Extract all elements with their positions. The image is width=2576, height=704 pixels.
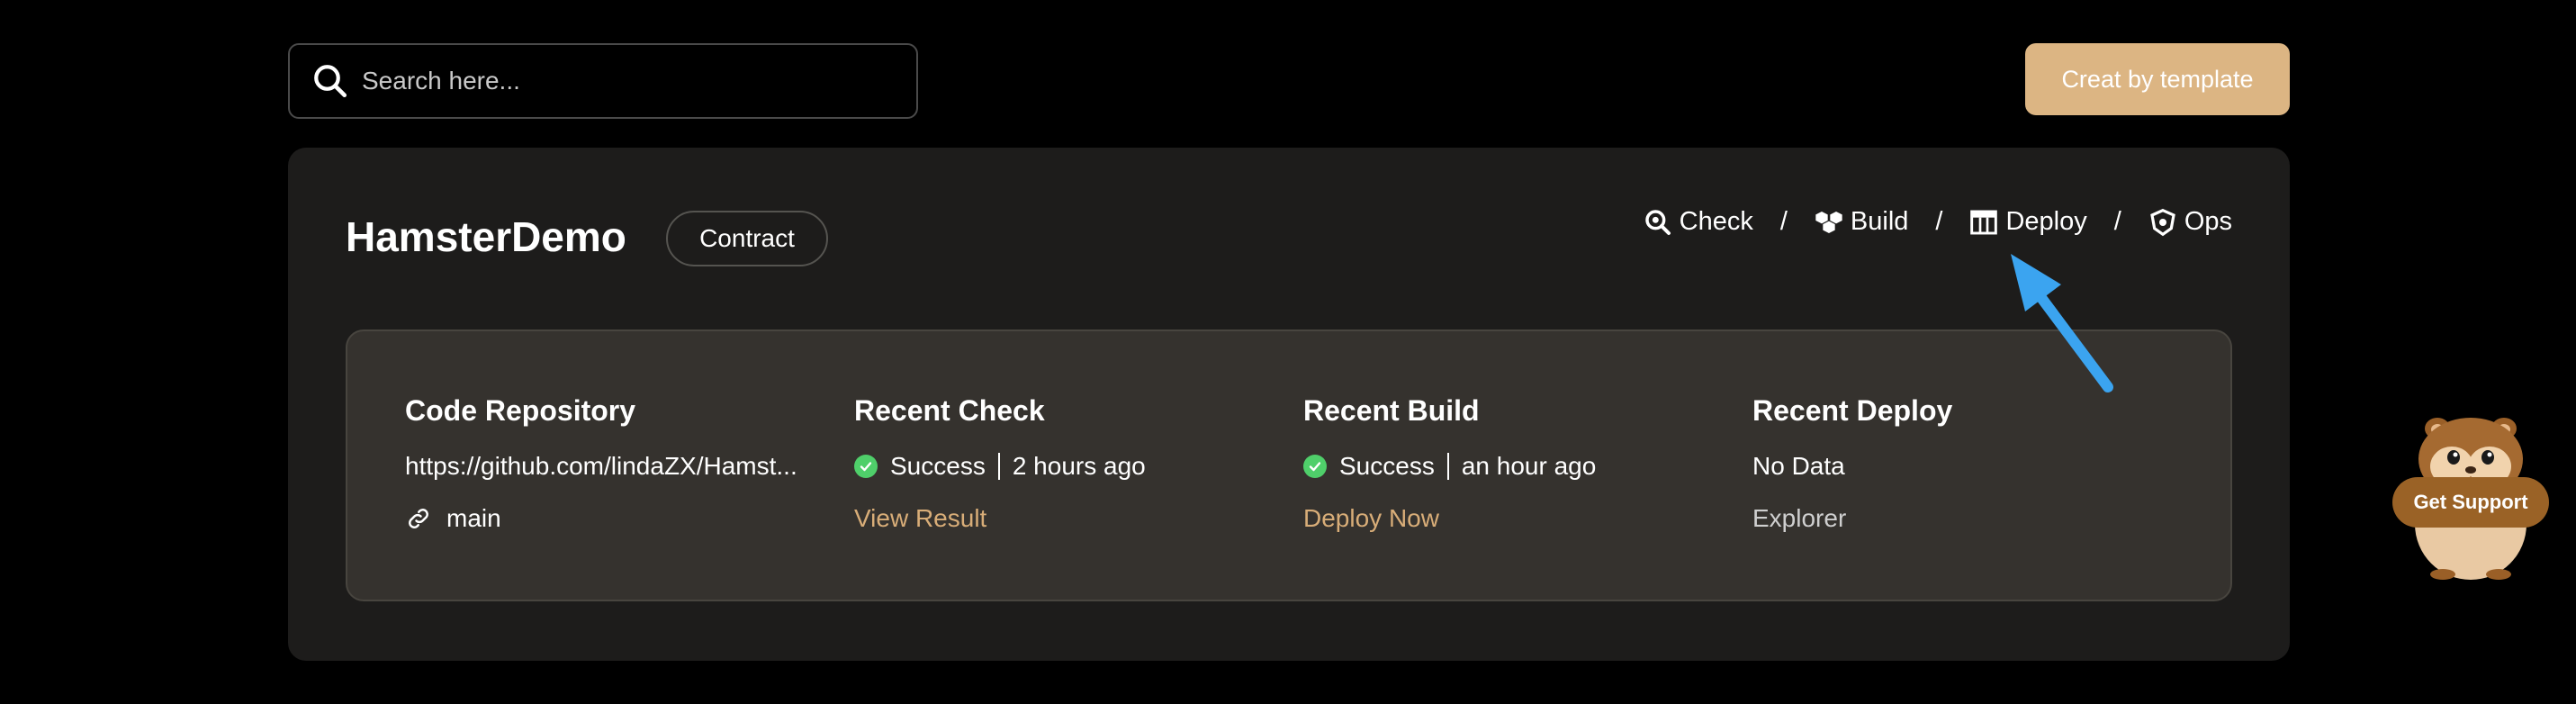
step-ops[interactable]: Ops [2148, 207, 2232, 237]
recent-check-status: Success [890, 452, 986, 480]
workflow-steps: Check / Build / Deploy / Ops [1644, 207, 2232, 237]
code-repository-title: Code Repository [405, 394, 636, 427]
recent-build-title: Recent Build [1303, 394, 1480, 427]
search-box[interactable] [288, 43, 918, 119]
divider [997, 453, 1000, 480]
step-deploy-label: Deploy [2005, 207, 2087, 236]
recent-check-status-row: Success 2 hours ago [854, 450, 1268, 483]
repository-url[interactable]: https://github.com/lindaZX/Hamst... [405, 452, 797, 481]
step-separator: / [2113, 207, 2121, 236]
annotation-arrow-icon [2011, 254, 2113, 393]
deploy-now-link[interactable]: Deploy Now [1303, 504, 1439, 533]
search-input[interactable] [360, 66, 900, 96]
recent-deploy-title: Recent Deploy [1752, 394, 1953, 427]
repository-url-row: https://github.com/lindaZX/Hamst... [405, 450, 819, 483]
divider [1446, 453, 1449, 480]
step-separator: / [1935, 207, 1943, 236]
step-ops-label: Ops [2184, 207, 2232, 236]
recent-check-section: Recent Check Success 2 hours ago View Re… [854, 394, 1268, 535]
recent-deploy-status: No Data [1752, 452, 1845, 480]
recent-deploy-section: Recent Deploy No Data Explorer [1752, 394, 2166, 535]
recent-build-section: Recent Build Success an hour ago Deploy … [1303, 394, 1717, 535]
recent-build-status: Success [1339, 452, 1435, 480]
branch-name: main [446, 504, 501, 532]
get-support-label[interactable]: Get Support [2392, 477, 2549, 528]
check-search-icon [1644, 209, 1671, 235]
success-icon [1303, 455, 1327, 478]
link-icon [409, 509, 428, 528]
project-info-panel: Code Repository https://github.com/linda… [346, 329, 2232, 601]
ops-shield-icon [2150, 208, 2175, 236]
project-type-tag: Contract [666, 211, 828, 266]
recent-build-status-row: Success an hour ago [1303, 450, 1717, 483]
step-build-label: Build [1850, 207, 1909, 236]
success-icon [854, 455, 878, 478]
step-separator: / [1779, 207, 1788, 236]
explorer-link[interactable]: Explorer [1752, 504, 1846, 533]
create-by-template-button[interactable]: Creat by template [2025, 43, 2290, 115]
recent-deploy-status-row: No Data [1752, 450, 2166, 483]
recent-build-time: an hour ago [1461, 452, 1597, 480]
project-card: HamsterDemo Contract Check / Build / Dep… [288, 148, 2290, 661]
branch-row: main [405, 502, 819, 535]
view-result-link[interactable]: View Result [854, 504, 986, 533]
step-deploy[interactable]: Deploy [1969, 207, 2087, 237]
build-cubes-icon [1815, 211, 1842, 233]
recent-check-time: 2 hours ago [1012, 452, 1146, 480]
search-icon [314, 65, 347, 98]
step-check[interactable]: Check [1644, 207, 1753, 237]
get-support-widget[interactable]: Get Support [2387, 416, 2554, 582]
code-repository-section: Code Repository https://github.com/linda… [405, 394, 819, 535]
recent-check-title: Recent Check [854, 394, 1045, 427]
step-build[interactable]: Build [1815, 207, 1909, 237]
project-title[interactable]: HamsterDemo [346, 212, 626, 261]
step-check-label: Check [1679, 207, 1753, 236]
deploy-table-icon [1970, 210, 1998, 234]
